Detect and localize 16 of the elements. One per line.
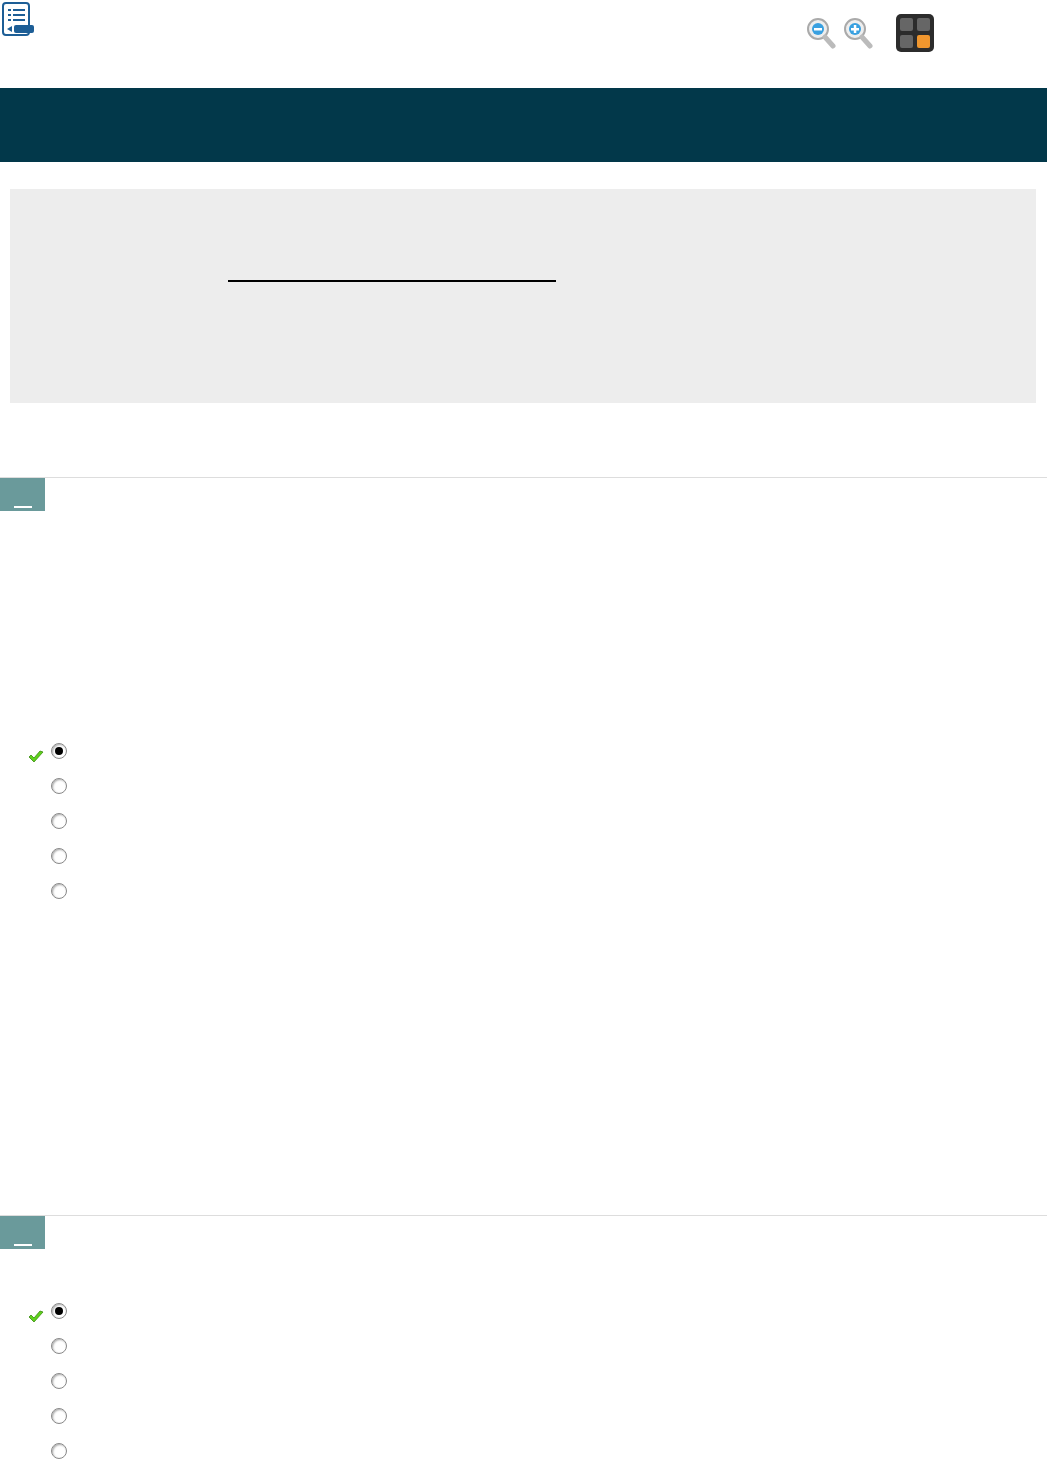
- zoom-out-icon[interactable]: [806, 16, 836, 50]
- radio-button[interactable]: [51, 1442, 67, 1459]
- document-list-icon[interactable]: [2, 2, 34, 38]
- collapse-button[interactable]: [0, 478, 45, 511]
- radio-button[interactable]: [51, 847, 67, 864]
- zoom-in-icon[interactable]: [843, 16, 873, 50]
- radio-button[interactable]: [51, 1372, 67, 1389]
- radio-button[interactable]: [51, 777, 67, 794]
- calculator-icon[interactable]: [896, 14, 934, 52]
- radio-button[interactable]: [51, 882, 67, 899]
- radio-button[interactable]: [51, 1407, 67, 1424]
- collapse-button[interactable]: [0, 1216, 45, 1249]
- radio-button[interactable]: [51, 1337, 67, 1354]
- radio-button[interactable]: [51, 812, 67, 829]
- radio-button[interactable]: [51, 1302, 67, 1319]
- radio-button[interactable]: [51, 742, 67, 759]
